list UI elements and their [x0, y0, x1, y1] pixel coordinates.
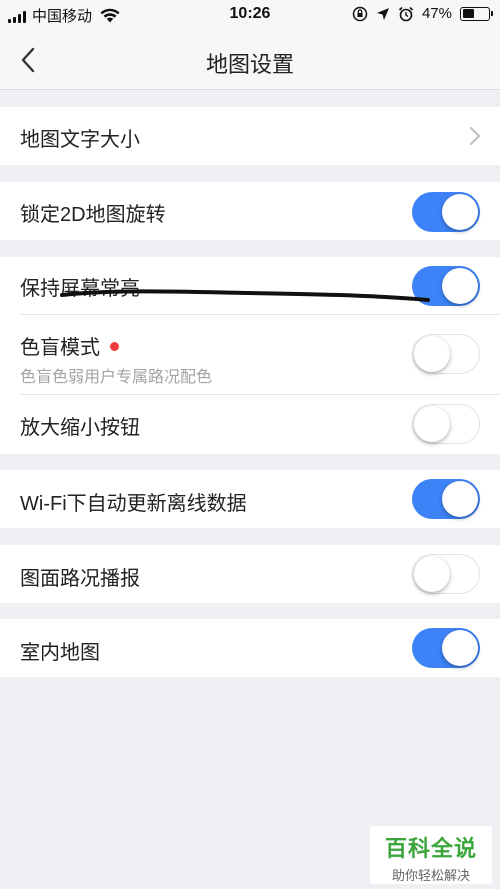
lock-2d-rotation-toggle[interactable] [412, 192, 480, 232]
watermark-logo: 百科全说 助你轻松解决 [370, 826, 492, 884]
setting-sublabel: 色盲色弱用户专属路况配色 [20, 369, 213, 386]
setting-row-indoor-map: 室内地图 [0, 619, 500, 677]
setting-label-color-blind-mode: 色盲模式 [20, 331, 119, 360]
status-right: 47% [352, 5, 493, 22]
toggle-knob [414, 405, 450, 442]
toggle-knob [442, 268, 478, 304]
setting-label: 室内地图 [20, 642, 100, 664]
setting-row-lock-2d-rotation: 锁定2D地图旋转 [0, 182, 500, 240]
navigation-bar: 地图设置 [0, 30, 500, 90]
row-divider [20, 394, 500, 395]
setting-label-zoom-buttons: 放大缩小按钮 [20, 417, 140, 439]
settings-group-display: 保持屏幕常亮 色盲模式 色盲色弱用户专属路况配色 放大缩小按钮 [0, 257, 500, 454]
location-icon [376, 7, 389, 20]
page-title: 地图设置 [205, 52, 294, 77]
traffic-broadcast-toggle[interactable] [412, 554, 480, 594]
watermark-subtitle: 助你轻松解决 [391, 868, 470, 883]
setting-label: 锁定2D地图旋转 [20, 204, 166, 226]
color-blind-mode-toggle[interactable] [412, 334, 480, 374]
row-divider [20, 314, 500, 315]
wifi-auto-update-toggle[interactable] [412, 479, 480, 519]
toggle-knob [414, 335, 450, 372]
alarm-icon [398, 6, 414, 21]
setting-label: 地图文字大小 [20, 129, 140, 151]
status-bar: 中国移动 10:26 47% [0, 0, 500, 30]
keep-screen-on-toggle[interactable] [412, 266, 480, 306]
battery-percent: 47% [421, 5, 452, 22]
new-badge-dot [110, 342, 119, 352]
toggle-knob [442, 630, 478, 666]
battery-fill [462, 9, 475, 18]
setting-label: Wi-Fi下自动更新离线数据 [20, 493, 247, 515]
toggle-knob [442, 481, 478, 517]
watermark-title: 百科全说 [384, 836, 477, 861]
chevron-right-icon [470, 127, 480, 145]
color-blind-mode-label: 色盲模式 [20, 337, 100, 359]
setting-label: 图面路况播报 [20, 568, 140, 590]
toggle-knob [414, 555, 450, 592]
battery-icon [460, 6, 493, 21]
orientation-lock-icon [352, 6, 368, 21]
setting-row-traffic-broadcast: 图面路况播报 [0, 545, 500, 603]
setting-label-keep-screen-on: 保持屏幕常亮 [20, 278, 140, 300]
toggle-knob [442, 194, 478, 230]
zoom-buttons-toggle[interactable] [412, 404, 480, 444]
setting-row-map-text-size[interactable]: 地图文字大小 [0, 107, 500, 165]
setting-row-wifi-auto-update: Wi-Fi下自动更新离线数据 [0, 470, 500, 528]
indoor-map-toggle[interactable] [412, 628, 480, 668]
